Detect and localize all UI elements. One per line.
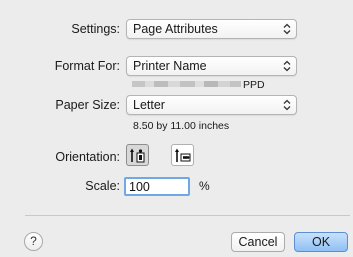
help-button[interactable]: ? (24, 232, 43, 251)
popup-arrows-icon (283, 99, 291, 111)
format-for-label: Format For: (54, 59, 120, 73)
paper-size-popup-value: Letter (133, 98, 165, 112)
orientation-label: Orientation: (55, 150, 120, 164)
paper-dimensions: 8.50 by 11.00 inches (133, 120, 230, 132)
orientation-landscape-button[interactable] (171, 144, 194, 166)
popup-arrows-icon (283, 23, 291, 35)
settings-label: Settings: (71, 22, 120, 36)
portrait-orientation-icon (130, 148, 145, 163)
cancel-button[interactable]: Cancel (231, 232, 285, 252)
divider (25, 215, 350, 216)
redacted-printer-info (132, 81, 241, 87)
scale-input[interactable] (124, 177, 190, 196)
orientation-portrait-button[interactable] (126, 144, 149, 166)
format-for-popup-value: Printer Name (133, 59, 207, 73)
scale-label: Scale: (85, 179, 120, 193)
popup-arrows-icon (283, 60, 291, 72)
landscape-orientation-icon (175, 148, 191, 162)
format-for-popup[interactable]: Printer Name (126, 56, 297, 76)
paper-size-label: Paper Size: (55, 98, 120, 112)
scale-unit: % (199, 179, 210, 193)
settings-popup-value: Page Attributes (133, 22, 218, 36)
ok-button[interactable]: OK (294, 232, 348, 252)
paper-size-popup[interactable]: Letter (126, 95, 297, 115)
ppd-label: PPD (243, 79, 265, 91)
settings-popup[interactable]: Page Attributes (126, 19, 297, 39)
